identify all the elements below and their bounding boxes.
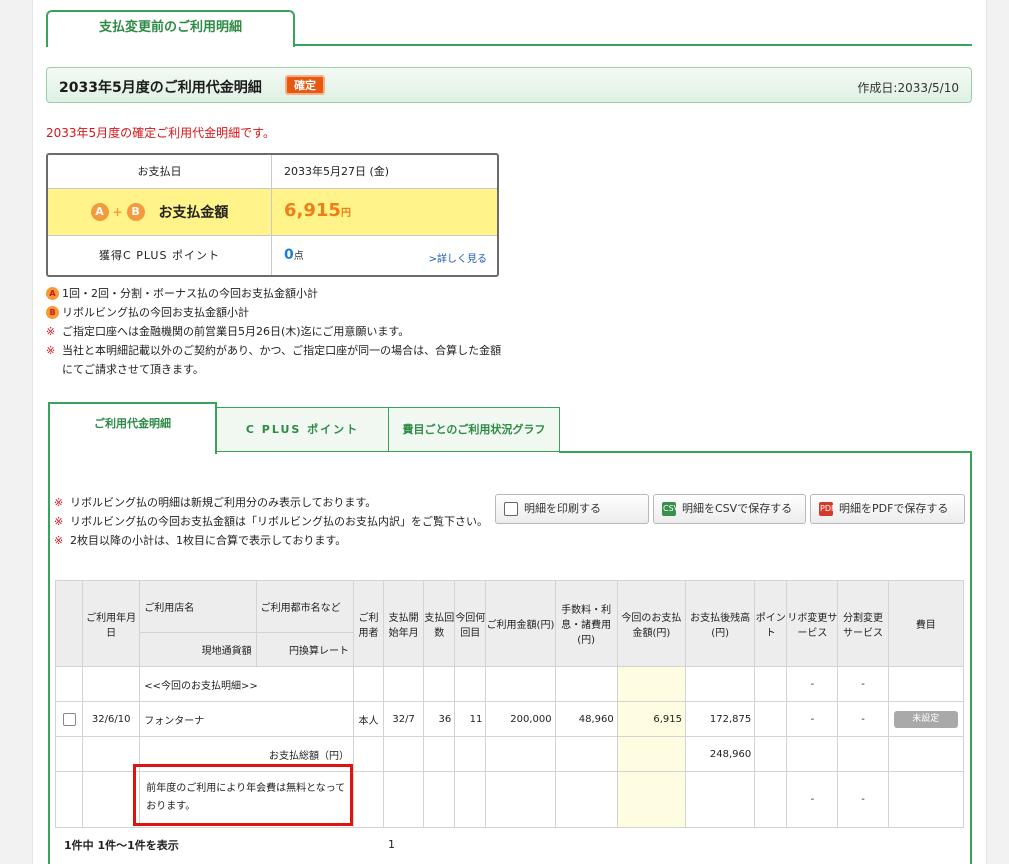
status-badge: 確定 (285, 75, 325, 95)
table-row: 32/6/10 フォンターナ 本人 32/7 36 11 200,000 48,… (54, 701, 965, 737)
col-revo: リボ変更サービス (786, 580, 839, 667)
points-value: 0点 (284, 247, 304, 263)
row-date: 32/6/10 (82, 701, 141, 737)
printer-icon (504, 502, 518, 516)
tab-before-change[interactable]: 支払変更前のご利用明細 (46, 10, 295, 47)
csv-button[interactable]: CSV 明細をCSVで保存する (653, 494, 806, 524)
col-fee: 手数料・利息・諸費用(円) (554, 580, 618, 667)
tab-category-graph[interactable]: 費目ごとのご利用状況グラフ (389, 407, 560, 452)
total-balance: 248,960 (684, 736, 756, 772)
plus-icon: + (112, 204, 123, 219)
col-city: ご利用都市名など (255, 580, 354, 633)
col-shop: ご利用店名 (139, 580, 257, 633)
print-button[interactable]: 明細を印刷する (495, 494, 649, 524)
points-label: 獲得C PLUS ポイント (48, 236, 272, 275)
tab-usage-details[interactable]: ご利用代金明細 (48, 402, 217, 454)
col-split: 分割変更サービス (837, 580, 889, 667)
col-user: ご利用者 (352, 580, 385, 667)
confirmed-notice: 2033年5月度の確定ご利用代金明細です。 (46, 126, 275, 140)
points-detail-link[interactable]: >詳しく見る (429, 250, 487, 265)
statement-header: 2033年5月度のご利用代金明細 確定 作成日:2033/5/10 (46, 67, 972, 103)
select-header (54, 580, 84, 667)
pdf-button[interactable]: PDF 明細をPDFで保存する (810, 494, 965, 524)
row-shop: フォンターナ (139, 701, 354, 737)
col-count: 支払回数 (423, 580, 456, 667)
pdf-file-icon: PDF (819, 502, 836, 516)
category-button[interactable]: 未設定 (893, 710, 958, 728)
section-label: <<今回のお支払明細>> (139, 666, 354, 702)
col-nth: 今回何回目 (454, 580, 487, 667)
col-current: 今回のお支払金額(円) (616, 580, 687, 667)
table-row: <<今回のお支払明細>> -- (54, 666, 965, 702)
pay-date-label: お支払日 (48, 155, 272, 188)
panel-notes: ※ リボルビング払の明細は新規ご利用分のみ表示しております。 ※ リボルビング払の今… (54, 496, 488, 547)
tab-cplus-points[interactable]: C PLUS ポイント (217, 407, 389, 452)
col-rate: 円換算レート (255, 632, 354, 667)
col-start: 支払開始年月 (383, 580, 425, 667)
pay-date-value: 2033年5月27日 (金) (284, 165, 390, 178)
b-icon: B (46, 306, 59, 319)
a-icon: A (46, 287, 59, 300)
csv-file-icon: CSV (662, 502, 679, 516)
col-date: ご利用年月日 (82, 580, 141, 667)
total-amount: 6,915円 (284, 200, 351, 221)
page-number[interactable]: 1 (388, 838, 395, 851)
created-date: 作成日:2033/5/10 (857, 81, 959, 95)
highlight-box (133, 764, 353, 826)
total-label: お支払金額 (158, 205, 229, 221)
page-title: 2033年5月度のご利用代金明細 (59, 80, 262, 96)
col-category: 費目 (887, 580, 965, 667)
payment-notes: A 1回・2回・分割・ボーナス払の今回お支払金額小計 B リボルビング払の今回お支払… (46, 287, 502, 376)
row-checkbox[interactable] (62, 712, 76, 726)
b-icon: B (126, 203, 145, 221)
col-amount: ご利用金額(円) (485, 580, 556, 667)
col-currency: 現地通貨額 (139, 632, 257, 667)
col-point: ポイント (754, 580, 788, 667)
col-balance: お支払後残高(円) (684, 580, 756, 667)
payment-summary: お支払日 2033年5月27日 (金) A + B お支払金額 6,915円 獲得C… (46, 153, 499, 277)
tab-underline (293, 44, 972, 46)
a-icon: A (90, 203, 109, 221)
result-count: 1件中 1件～1件を表示 (64, 839, 179, 852)
